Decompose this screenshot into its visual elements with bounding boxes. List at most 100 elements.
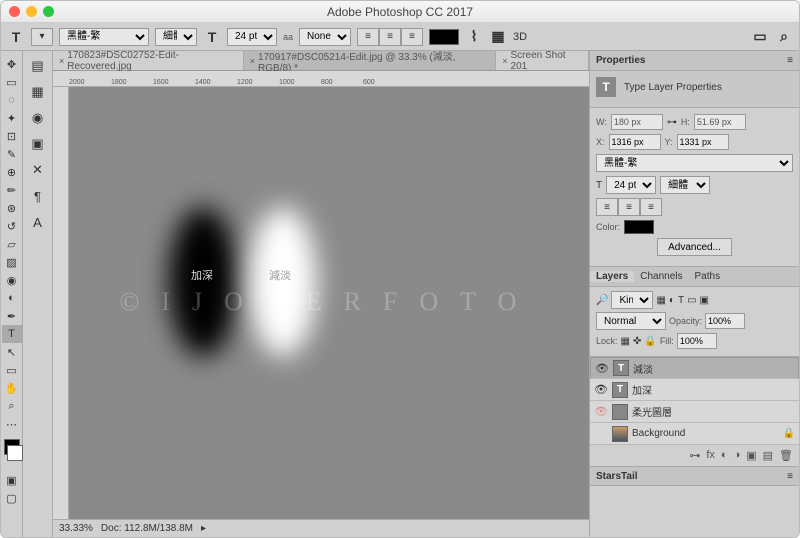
lasso-tool[interactable]: ◌ <box>2 91 22 109</box>
history-brush-tool[interactable]: ↺ <box>2 217 22 235</box>
layer-name[interactable]: 減淡 <box>633 361 653 376</box>
fill-input[interactable] <box>677 333 717 349</box>
layer-name[interactable]: 加深 <box>632 382 652 397</box>
document-tab-0[interactable]: ×170823#DSC02752-Edit-Recovered.jpg <box>53 51 244 70</box>
brushes-panel-icon[interactable]: ◉ <box>26 107 50 129</box>
warp-text-button[interactable]: ⌇ <box>465 28 483 46</box>
y-input[interactable] <box>677 134 729 150</box>
prop-font-family[interactable]: 黑體-繁 <box>596 154 793 172</box>
document-tab-1[interactable]: ×170917#DSC05214-Edit.jpg @ 33.3% (減淡, R… <box>244 51 496 70</box>
zoom-tool[interactable]: ⌕ <box>2 397 22 415</box>
prop-align-center[interactable]: ≡ <box>618 198 640 216</box>
x-input[interactable] <box>609 134 661 150</box>
screen-mode-button[interactable]: ▢ <box>2 489 22 507</box>
font-family-select[interactable]: 黑體-繁 <box>59 28 149 46</box>
history-panel-icon[interactable]: ▤ <box>26 55 50 77</box>
move-tool[interactable]: ✥ <box>2 55 22 73</box>
text-color-swatch[interactable] <box>429 29 459 45</box>
paragraph-panel-icon[interactable]: ¶ <box>26 185 50 207</box>
adjustment-layer-icon[interactable]: ◑ <box>734 449 741 462</box>
filter-pixel-icon[interactable]: ▦ <box>656 295 665 306</box>
layer-name[interactable]: 柔光圖層 <box>632 404 672 419</box>
magic-wand-tool[interactable]: ✦ <box>2 109 22 127</box>
prop-color-swatch[interactable] <box>624 220 654 234</box>
filter-icon[interactable]: 🔎 <box>596 295 608 306</box>
zoom-level[interactable]: 33.33% <box>59 523 93 534</box>
eyedropper-tool[interactable]: ✎ <box>2 145 22 163</box>
panel-menu-icon[interactable]: ≡ <box>787 471 793 482</box>
dodge-tool[interactable]: ◐ <box>2 289 22 307</box>
font-size-select[interactable]: 24 pt <box>227 28 277 46</box>
type-tool[interactable]: T <box>2 325 22 343</box>
horizontal-ruler[interactable]: 200018001600140012001000800600 <box>53 71 589 87</box>
current-tool-icon[interactable]: T <box>7 28 25 46</box>
healing-tool[interactable]: ⊕ <box>2 163 22 181</box>
vertical-ruler[interactable] <box>53 87 69 519</box>
tool-preset-dropdown[interactable]: ▾ <box>31 28 53 46</box>
marquee-tool[interactable]: ▭ <box>2 73 22 91</box>
paths-tab[interactable]: Paths <box>689 271 727 282</box>
crop-tool[interactable]: ⊡ <box>2 127 22 145</box>
filter-shape-icon[interactable]: ▭ <box>687 295 696 306</box>
antialias-select[interactable]: None <box>299 28 351 46</box>
character-panel-button[interactable]: ▦ <box>489 28 507 46</box>
layers-tab[interactable]: Layers <box>590 271 634 282</box>
layer-filter[interactable]: Kind <box>611 291 653 309</box>
filter-type-icon[interactable]: T <box>678 295 684 306</box>
prop-font-style[interactable]: 細體 <box>660 176 710 194</box>
eraser-tool[interactable]: ▱ <box>2 235 22 253</box>
new-layer-icon[interactable]: ▤ <box>763 449 773 462</box>
background-color[interactable] <box>7 445 23 461</box>
close-tab-icon[interactable]: × <box>502 56 507 66</box>
blend-mode[interactable]: Normal <box>596 312 666 330</box>
lock-position-icon[interactable]: ✜ <box>633 336 641 347</box>
lock-all-icon[interactable]: ▦ <box>621 336 630 347</box>
clone-tool[interactable]: ⊛ <box>2 199 22 217</box>
font-style-select[interactable]: 細體 <box>155 28 197 46</box>
path-select-tool[interactable]: ↖ <box>2 343 22 361</box>
channels-tab[interactable]: Channels <box>634 271 688 282</box>
prop-font-size[interactable]: 24 pt <box>606 176 656 194</box>
align-right-button[interactable]: ≡ <box>401 28 423 46</box>
info-panel-icon[interactable]: ▣ <box>26 133 50 155</box>
filter-adjust-icon[interactable]: ◐ <box>669 295 675 306</box>
doc-size[interactable]: Doc: 112.8M/138.8M <box>101 523 193 534</box>
canvas[interactable]: 加深 減淡 ©IJOYERFOTO <box>69 87 589 519</box>
layer-fx-icon[interactable]: fx <box>706 449 715 462</box>
hand-tool[interactable]: ✋ <box>2 379 22 397</box>
quick-mask-button[interactable]: ▣ <box>2 471 22 489</box>
status-chevron-icon[interactable]: ▸ <box>201 523 206 534</box>
brush-tool[interactable]: ✏ <box>2 181 22 199</box>
close-tab-icon[interactable]: × <box>250 56 255 66</box>
prop-align-right[interactable]: ≡ <box>640 198 662 216</box>
layer-item[interactable]: 👁T加深 <box>590 379 799 401</box>
opacity-input[interactable] <box>705 313 745 329</box>
panel-menu-icon[interactable]: ≡ <box>787 55 793 66</box>
layer-item[interactable]: 👁T減淡 <box>590 357 799 379</box>
advanced-button[interactable]: Advanced... <box>657 238 732 256</box>
align-center-button[interactable]: ≡ <box>379 28 401 46</box>
layer-name[interactable]: Background <box>632 428 685 439</box>
3d-button[interactable]: 3D <box>513 31 527 43</box>
layer-mask-icon[interactable]: ◐ <box>721 449 728 462</box>
search-icon[interactable]: ⌕ <box>775 28 793 46</box>
pen-tool[interactable]: ✒ <box>2 307 22 325</box>
more-tools[interactable]: ⋯ <box>2 415 22 433</box>
document-tab-2[interactable]: ×Screen Shot 201 <box>496 51 589 70</box>
filter-smart-icon[interactable]: ▣ <box>700 295 709 306</box>
layer-item[interactable]: Background🔒 <box>590 423 799 445</box>
prop-align-left[interactable]: ≡ <box>596 198 618 216</box>
group-icon[interactable]: ▣ <box>746 449 756 462</box>
workspace-button[interactable]: ▭ <box>751 28 769 46</box>
link-icon[interactable]: ⊶ <box>667 117 677 128</box>
starstail-panel[interactable]: StarsTail <box>596 471 638 482</box>
layer-item[interactable]: 👁 柔光圖層 <box>590 401 799 423</box>
close-tab-icon[interactable]: × <box>59 56 64 66</box>
align-left-button[interactable]: ≡ <box>357 28 379 46</box>
visibility-toggle[interactable]: 👁 <box>594 383 608 396</box>
lock-pixels-icon[interactable]: 🔒 <box>644 336 656 347</box>
visibility-toggle[interactable]: 👁 <box>594 405 608 418</box>
character-panel-icon[interactable]: A <box>26 211 50 233</box>
actions-panel-icon[interactable]: ✕ <box>26 159 50 181</box>
swatches-panel-icon[interactable]: ▦ <box>26 81 50 103</box>
